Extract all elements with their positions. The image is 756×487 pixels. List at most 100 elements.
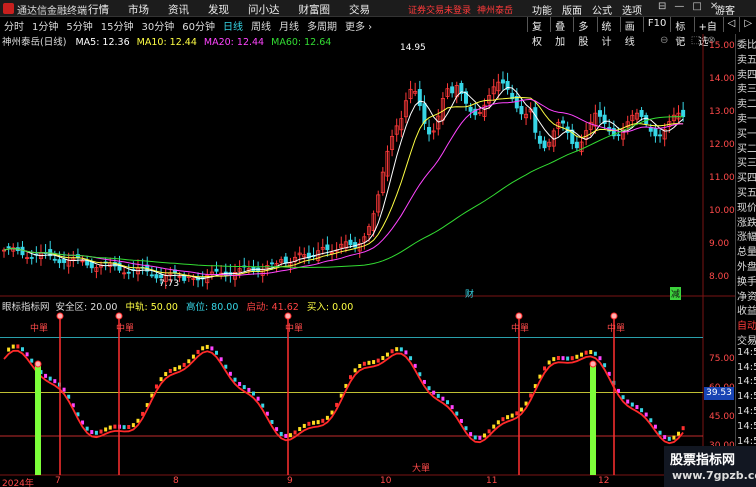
tool-add-watchlist[interactable]: +自选 — [693, 17, 723, 48]
tab-5min[interactable]: 5分钟 — [66, 18, 92, 33]
signal-dot — [284, 312, 292, 320]
side-panel-item[interactable]: 14:5 — [737, 362, 756, 373]
candle-body — [283, 256, 288, 264]
menu-trade[interactable]: 交易 — [349, 2, 370, 17]
tab-60min[interactable]: 60分钟 — [182, 18, 215, 33]
tab-daily[interactable]: 日线 — [223, 18, 243, 33]
prev-arrow-icon[interactable]: ◁ — [722, 17, 740, 32]
candle-body — [325, 244, 330, 251]
indicator-bar — [7, 347, 11, 352]
tab-1min[interactable]: 1分钟 — [32, 18, 58, 33]
tool-adjust[interactable]: 复权 — [527, 17, 550, 48]
side-panel-item[interactable]: 自动 — [737, 317, 756, 332]
indicator-tick: 45.00 — [709, 412, 735, 422]
tab-30min[interactable]: 30分钟 — [141, 18, 174, 33]
indicator-bar — [182, 362, 186, 367]
restore-icon[interactable]: ⊟ — [658, 1, 666, 12]
tool-draw[interactable]: 画线 — [619, 17, 643, 48]
tab-multi-period[interactable]: 多周期 — [307, 18, 337, 33]
candle-body — [658, 134, 663, 137]
side-panel-item[interactable]: 14:5 — [737, 436, 756, 447]
candle-body — [126, 271, 131, 274]
signal-dot — [34, 360, 42, 368]
guest-account[interactable]: 游客 — [715, 2, 735, 17]
indicator-bar — [159, 377, 163, 382]
zoom-out-icon[interactable]: ⊖ — [660, 35, 668, 46]
indicator-bar — [90, 430, 94, 435]
tab-timeshare[interactable]: 分时 — [4, 18, 24, 33]
menu-layout[interactable]: 版面 — [562, 2, 582, 17]
indicator-bar — [196, 349, 200, 354]
zoom-in-icon[interactable]: ⊕ — [675, 35, 683, 46]
site-watermark: 股票指标网 www.7gpzb.com — [664, 446, 756, 487]
menu-wealth[interactable]: 财富圈 — [299, 2, 331, 17]
tool-f10[interactable]: F10 — [642, 17, 670, 32]
menu-discover[interactable]: 发现 — [208, 2, 229, 17]
candle-body — [644, 115, 649, 125]
menu-ask[interactable]: 问小达 — [248, 2, 280, 17]
candle-body — [154, 274, 159, 279]
indicator-bar — [640, 408, 644, 413]
indicator-bar — [519, 407, 523, 412]
login-notice-text: 证券交易未登录 — [408, 6, 472, 16]
menu-options[interactable]: 选项 — [622, 2, 642, 17]
notice-stock: 神州泰岳 — [477, 6, 514, 16]
minimize-icon[interactable]: — — [674, 1, 684, 12]
indicator-bar — [191, 354, 195, 359]
login-notice[interactable]: 证券交易未登录 神州泰岳 — [408, 3, 513, 16]
tab-monthly[interactable]: 月线 — [279, 18, 299, 33]
price-tick: 13.00 — [709, 107, 735, 117]
indicator-bar — [279, 431, 283, 436]
candle-body — [348, 239, 353, 246]
indicator-start: 启动: 41.62 — [246, 302, 299, 313]
tab-15min[interactable]: 15分钟 — [101, 18, 134, 33]
indicator-bar — [367, 360, 371, 365]
tool-mark[interactable]: 标记 — [670, 17, 693, 48]
stock-label[interactable]: 神州泰岳(日线) — [2, 37, 66, 48]
indicator-bar — [293, 430, 297, 435]
signal-mid-label: 中單 — [607, 324, 626, 334]
menu-news[interactable]: 资讯 — [168, 2, 189, 17]
signal-mid-label: 中單 — [285, 324, 304, 334]
window-icon[interactable]: ⬚ — [691, 35, 700, 46]
maximize-icon[interactable]: □ — [692, 1, 701, 12]
ma20-line — [3, 98, 684, 276]
side-panel-item[interactable]: 14:5 — [737, 406, 756, 417]
menu-market[interactable]: 市场 — [128, 2, 149, 17]
x-axis-label: 11 — [486, 476, 498, 486]
tool-statistics[interactable]: 统计 — [596, 17, 620, 48]
candle-body — [681, 109, 686, 118]
menu-function[interactable]: 功能 — [532, 2, 552, 17]
buy-signal-bar — [35, 364, 41, 475]
side-panel-item: 净资 — [737, 291, 756, 303]
reduce-marker[interactable]: 减 — [670, 287, 682, 300]
tab-more[interactable]: 更多 › — [345, 18, 372, 33]
indicator-bar — [598, 356, 602, 361]
indicator-tick: 75.00 — [709, 354, 735, 364]
tool-multi-stock[interactable]: 多股 — [573, 17, 596, 48]
indicator-bar — [404, 350, 408, 355]
indicator-bar — [658, 430, 662, 435]
finance-marker[interactable]: 财 — [465, 287, 474, 300]
indicator-bar — [233, 377, 237, 382]
indicator-bar — [446, 400, 450, 405]
side-panel-item[interactable]: 14:5 — [737, 347, 756, 358]
x-axis-label: 8 — [173, 476, 179, 486]
indicator-bar — [561, 356, 565, 361]
tool-overlay[interactable]: 叠加 — [550, 17, 573, 48]
tab-weekly[interactable]: 周线 — [251, 18, 271, 33]
indicator-bar — [94, 430, 98, 435]
indicator-bar — [552, 357, 556, 362]
candle-body — [62, 259, 67, 263]
main-menu: 行情 市场 资讯 发现 问小达 财富圈 交易 — [88, 2, 370, 17]
menu-quotes[interactable]: 行情 — [88, 2, 109, 17]
indicator-name[interactable]: 眼标指标网 — [2, 302, 50, 313]
chart-canvas[interactable] — [0, 34, 735, 487]
side-panel-item[interactable]: 14:5 — [737, 391, 756, 402]
indicator-bar — [298, 427, 302, 432]
next-arrow-icon[interactable]: ▷ — [739, 17, 756, 32]
side-panel-item[interactable]: 14:5 — [737, 421, 756, 432]
menu-formula[interactable]: 公式 — [592, 2, 612, 17]
side-panel-item[interactable]: 14:5 — [737, 376, 756, 387]
side-panel-item[interactable]: 交易 — [737, 332, 756, 347]
